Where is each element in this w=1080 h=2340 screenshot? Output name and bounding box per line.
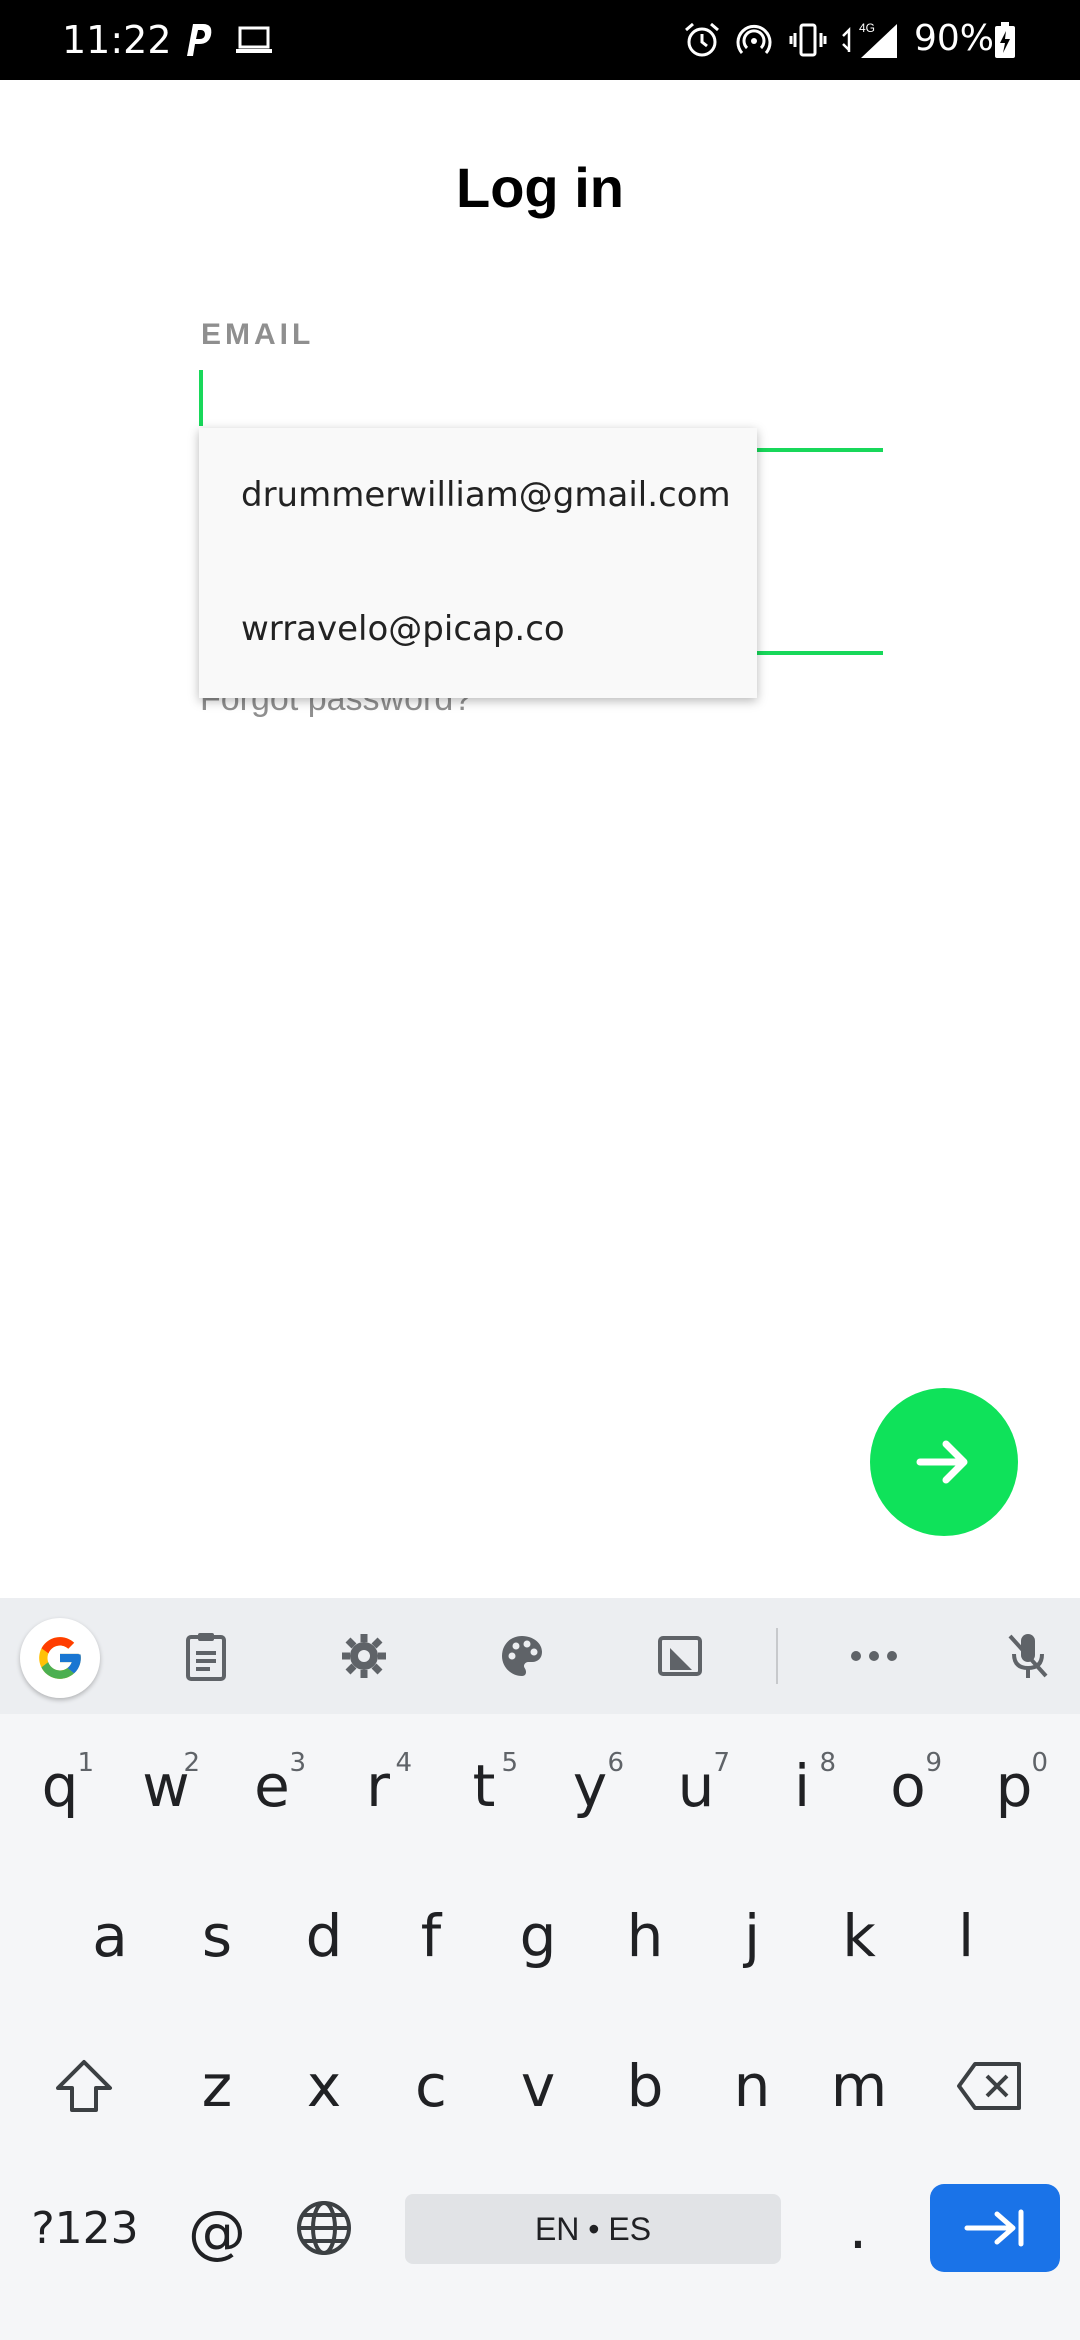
alarm-icon: [682, 18, 722, 62]
signal-icon: 4G: [840, 18, 900, 62]
arrow-right-icon: [916, 1440, 968, 1484]
key-o[interactable]: o9: [858, 1726, 958, 1846]
shift-key[interactable]: [34, 2026, 134, 2146]
battery-percentage: 90%: [914, 18, 995, 59]
key-a[interactable]: a: [60, 1876, 160, 1996]
next-button[interactable]: [870, 1388, 1018, 1536]
palette-icon[interactable]: [494, 1628, 550, 1684]
floating-keyboard-icon[interactable]: [652, 1628, 708, 1684]
settings-icon[interactable]: [336, 1628, 392, 1684]
space-key[interactable]: EN • ES: [405, 2194, 781, 2264]
keyboard-toolbar: [0, 1598, 1080, 1714]
globe-icon: [297, 2201, 351, 2255]
symbols-key[interactable]: ?123: [20, 2168, 150, 2288]
toolbar-divider: [776, 1628, 778, 1684]
autofill-suggestion[interactable]: wrravelo@picap.co: [199, 562, 757, 696]
key-v[interactable]: v: [488, 2026, 588, 2146]
next-field-icon: [964, 2209, 1024, 2247]
parking-app-icon: [180, 18, 216, 62]
clipboard-icon[interactable]: [178, 1628, 234, 1684]
key-x[interactable]: x: [274, 2026, 374, 2146]
key-g[interactable]: g: [488, 1876, 588, 1996]
autofill-dropdown: drummerwilliam@gmail.com wrravelo@picap.…: [199, 428, 757, 698]
key-f[interactable]: f: [381, 1876, 481, 1996]
key-d[interactable]: d: [274, 1876, 374, 1996]
battery-icon: [992, 18, 1018, 62]
key-b[interactable]: b: [595, 2026, 695, 2146]
shift-icon: [56, 2060, 112, 2112]
backspace-key[interactable]: [940, 2026, 1040, 2146]
hotspot-icon: [734, 18, 774, 62]
key-p[interactable]: p0: [964, 1726, 1064, 1846]
language-key[interactable]: [274, 2168, 374, 2288]
key-h[interactable]: h: [595, 1876, 695, 1996]
laptop-icon: [234, 18, 274, 62]
key-w[interactable]: w2: [116, 1726, 216, 1846]
autofill-suggestion[interactable]: drummerwilliam@gmail.com: [199, 428, 757, 562]
key-z[interactable]: z: [167, 2026, 267, 2146]
key-u[interactable]: u7: [646, 1726, 746, 1846]
key-j[interactable]: j: [702, 1876, 802, 1996]
at-key[interactable]: @: [167, 2172, 267, 2292]
page-title: Log in: [456, 156, 624, 219]
vibrate-icon: [788, 18, 828, 62]
key-c[interactable]: c: [381, 2026, 481, 2146]
key-e[interactable]: e3: [222, 1726, 322, 1846]
mic-off-icon[interactable]: [1000, 1628, 1056, 1684]
period-key[interactable]: .: [808, 2168, 908, 2288]
key-r[interactable]: r4: [328, 1726, 428, 1846]
status-bar: 11:22 4G 90%: [0, 0, 1080, 80]
key-i[interactable]: i8: [752, 1726, 852, 1846]
google-icon[interactable]: [20, 1618, 100, 1698]
key-k[interactable]: k: [809, 1876, 909, 1996]
more-icon[interactable]: [846, 1628, 902, 1684]
status-time: 11:22: [62, 18, 172, 62]
key-t[interactable]: t5: [434, 1726, 534, 1846]
key-l[interactable]: l: [916, 1876, 1016, 1996]
key-y[interactable]: y6: [540, 1726, 640, 1846]
key-s[interactable]: s: [167, 1876, 267, 1996]
email-label: EMAIL: [201, 318, 315, 351]
network-type: 4G: [859, 21, 875, 35]
key-q[interactable]: q1: [10, 1726, 110, 1846]
backspace-icon: [957, 2062, 1021, 2110]
key-m[interactable]: m: [809, 2026, 909, 2146]
enter-key[interactable]: [930, 2184, 1060, 2272]
text-cursor: [199, 370, 203, 426]
key-n[interactable]: n: [702, 2026, 802, 2146]
